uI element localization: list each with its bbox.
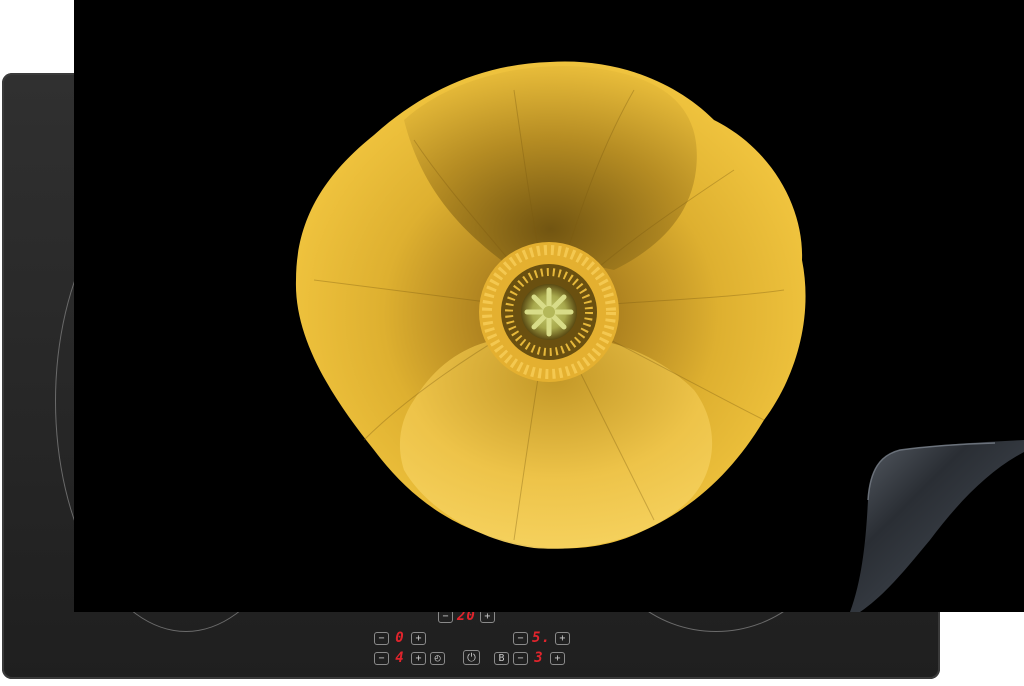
boost-key[interactable]: B — [494, 651, 509, 665]
product-photo: − 20 + − 0 + − 5. + − 4 + ◴ ⏻ B − 3 + — [0, 0, 1024, 686]
power-icon[interactable]: ⏻ — [463, 650, 480, 665]
display-front-left: 0 — [395, 630, 405, 646]
minus-key[interactable]: − — [513, 631, 528, 645]
pistil — [521, 284, 577, 340]
display-level-left: 4 — [395, 650, 405, 666]
control-front-left: − 0 + — [374, 630, 426, 646]
control-row-bottom-left: − 4 + ◴ — [374, 650, 445, 666]
minus-key[interactable]: − — [374, 651, 389, 665]
control-front-right: − 5. + — [513, 630, 570, 646]
minus-key[interactable]: − — [374, 631, 389, 645]
plus-key[interactable]: + — [411, 651, 426, 665]
poppy-flower-illustration — [295, 61, 806, 549]
display-front-right: 5. — [532, 630, 551, 646]
minus-key[interactable]: − — [513, 651, 528, 665]
control-row-bottom-right: B − 3 + — [494, 650, 565, 666]
plus-key[interactable]: + — [554, 631, 570, 645]
plus-key[interactable]: + — [550, 651, 565, 665]
plus-key[interactable]: + — [411, 631, 426, 645]
display-level-right: 3 — [534, 650, 544, 666]
timer-icon[interactable]: ◴ — [430, 651, 445, 665]
protective-cover — [74, 0, 1024, 612]
control-power: ⏻ — [463, 650, 480, 665]
